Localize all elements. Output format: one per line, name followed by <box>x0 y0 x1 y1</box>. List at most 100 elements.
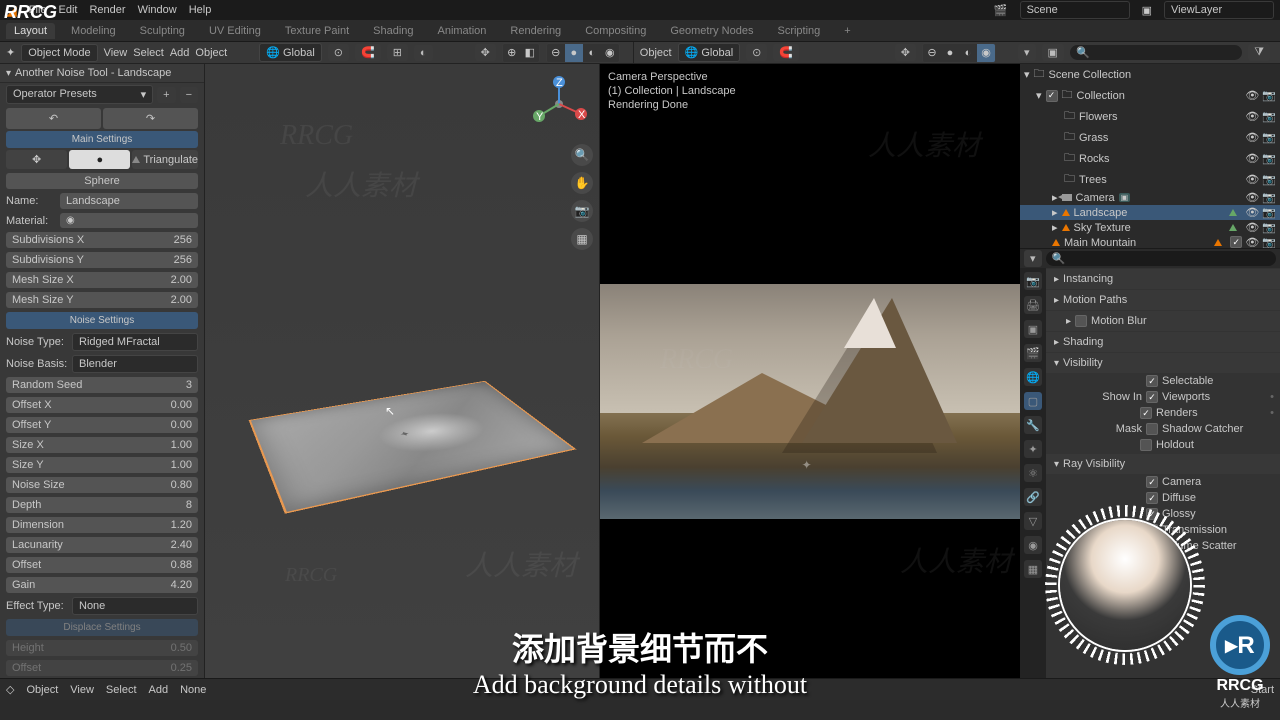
editor-type-icon[interactable]: ✦ <box>6 46 15 59</box>
scene-dropdown[interactable]: Scene <box>1020 1 1130 19</box>
smooth-toggle[interactable]: ● <box>69 150 130 169</box>
menu-add[interactable]: Add <box>170 47 190 59</box>
prop-data-icon[interactable]: ▽ <box>1024 512 1042 530</box>
viewport-render[interactable]: Camera Perspective (1) Collection | Land… <box>600 64 1020 678</box>
lacunarity-field[interactable]: Lacunarity2.40 <box>6 537 198 553</box>
outliner-flowers[interactable]: 🗀Flowers👁📷 <box>1020 106 1280 127</box>
tool-header[interactable]: ▾ Another Noise Tool - Landscape <box>0 64 204 83</box>
viewport-3d[interactable]: ZXY 🔍 ✋ 📷 ▦ ✦ ↖ 人人素材 人人素材 RRCG <box>205 64 600 678</box>
camera-view-icon[interactable]: 📷 <box>571 200 593 222</box>
prop-modifier-icon[interactable]: 🔧 <box>1024 416 1042 434</box>
outliner-display-icon[interactable]: ▣ <box>1042 44 1064 61</box>
seed-field[interactable]: Random Seed3 <box>6 377 198 393</box>
shade-wire-icon-2[interactable]: ⊖ <box>923 44 941 62</box>
prop-shading[interactable]: ▸ Shading <box>1046 332 1280 352</box>
landscape-mesh[interactable]: ✦ <box>249 381 577 514</box>
noise-type-dropdown[interactable]: Ridged MFractal <box>72 333 198 351</box>
prop-motion-blur[interactable]: ▸ Motion Blur <box>1046 311 1280 331</box>
gizmo-icon-2[interactable]: ✥ <box>895 44 916 61</box>
shade-solid-icon-2[interactable]: ● <box>941 44 959 62</box>
orientation-dropdown[interactable]: 🌐 Global <box>259 43 322 62</box>
outliner-collection[interactable]: ▾🗀Collection👁📷 <box>1020 85 1280 106</box>
menu-edit[interactable]: Edit <box>59 4 78 16</box>
prop-instancing[interactable]: ▸ Instancing <box>1046 269 1280 289</box>
preset-add-icon[interactable]: + <box>157 87 175 103</box>
shade-render-icon-2[interactable]: ◉ <box>977 44 995 62</box>
tab-texpaint[interactable]: Texture Paint <box>277 23 357 39</box>
props-search[interactable] <box>1065 253 1270 265</box>
menu-view[interactable]: View <box>104 47 128 59</box>
outliner-filter-icon[interactable]: ▾ <box>1018 44 1036 61</box>
tab-layout[interactable]: Layout <box>6 23 55 39</box>
prop-visibility[interactable]: ▾ Visibility <box>1046 353 1280 373</box>
shade-matprev-icon-2[interactable]: ◐ <box>959 44 977 62</box>
prop-output-icon[interactable]: 🖨 <box>1024 296 1042 314</box>
outliner-camera[interactable]: ▸Camera▣👁📷 <box>1020 190 1280 205</box>
menu-select[interactable]: Select <box>133 47 164 59</box>
sphere-toggle[interactable]: Sphere <box>6 173 198 189</box>
menu-object-right[interactable]: Object <box>640 47 672 59</box>
tab-rendering[interactable]: Rendering <box>502 23 569 39</box>
holdout-checkbox[interactable] <box>1140 439 1152 451</box>
offset-y-field[interactable]: Offset Y0.00 <box>6 417 198 433</box>
prop-ray-visibility[interactable]: ▾ Ray Visibility <box>1046 454 1280 474</box>
undo-button[interactable]: ↶ <box>6 108 101 129</box>
snap-icon-2[interactable]: 🧲 <box>773 44 799 61</box>
prop-scene-icon[interactable]: 🎬 <box>1024 344 1042 362</box>
pivot-icon-2[interactable]: ⊙ <box>746 44 767 61</box>
operator-presets-dropdown[interactable]: Operator Presets▾ <box>6 85 153 104</box>
prop-material-icon[interactable]: ◉ <box>1024 536 1042 554</box>
offset-x-field[interactable]: Offset X0.00 <box>6 397 198 413</box>
prop-physics-icon[interactable]: ⚛ <box>1024 464 1042 482</box>
rv-diffuse-checkbox[interactable] <box>1146 492 1158 504</box>
mesh-x-field[interactable]: Mesh Size X2.00 <box>6 272 198 288</box>
menu-window[interactable]: Window <box>138 4 177 16</box>
prop-viewlayer-icon[interactable]: ▣ <box>1024 320 1042 338</box>
outliner-grass[interactable]: 🗀Grass👁📷 <box>1020 127 1280 148</box>
prop-particle-icon[interactable]: ✦ <box>1024 440 1042 458</box>
noise-size-field[interactable]: Noise Size0.80 <box>6 477 198 493</box>
prop-motion-paths[interactable]: ▸ Motion Paths <box>1046 290 1280 310</box>
preset-remove-icon[interactable]: − <box>180 87 198 103</box>
shade-solid-icon[interactable]: ● <box>565 44 583 62</box>
shade-render-icon[interactable]: ◉ <box>601 44 619 62</box>
outliner-rocks[interactable]: 🗀Rocks👁📷 <box>1020 148 1280 169</box>
depth-field[interactable]: Depth8 <box>6 497 198 513</box>
shade-matprev-icon[interactable]: ◐ <box>583 44 601 62</box>
size-x-field[interactable]: Size X1.00 <box>6 437 198 453</box>
name-input[interactable]: Landscape <box>60 193 198 209</box>
shading-modes-left[interactable]: ⊖ ● ◐ ◉ <box>546 43 620 63</box>
outliner-search[interactable] <box>1094 47 1237 59</box>
outliner-main-mountain[interactable]: Main Mountain👁📷 <box>1020 235 1280 248</box>
tab-add[interactable]: + <box>836 23 858 39</box>
menu-object[interactable]: Object <box>195 47 227 59</box>
gain-field[interactable]: Gain4.20 <box>6 577 198 593</box>
outliner-sky[interactable]: ▸Sky Texture👁📷 <box>1020 220 1280 235</box>
cursor-toggle[interactable]: ✥ <box>6 150 67 169</box>
viewports-checkbox[interactable] <box>1146 391 1158 403</box>
shading-modes-right[interactable]: ⊖ ● ◐ ◉ <box>922 43 996 63</box>
viewlayer-dropdown[interactable]: ViewLayer <box>1164 1 1274 19</box>
subdiv-x-field[interactable]: Subdivisions X256 <box>6 232 198 248</box>
size-y-field[interactable]: Size Y1.00 <box>6 457 198 473</box>
offset-field[interactable]: Offset0.88 <box>6 557 198 573</box>
prop-constraint-icon[interactable]: 🔗 <box>1024 488 1042 506</box>
overlay-icon[interactable]: ⊕ <box>503 44 521 62</box>
selectable-checkbox[interactable] <box>1146 375 1158 387</box>
subdiv-y-field[interactable]: Subdivisions Y256 <box>6 252 198 268</box>
dimension-field[interactable]: Dimension1.20 <box>6 517 198 533</box>
props-editor-icon[interactable]: ▾ <box>1024 250 1042 267</box>
tab-shading[interactable]: Shading <box>365 23 421 39</box>
snap-type-icon[interactable]: ⊞ <box>387 44 408 61</box>
perspective-icon[interactable]: ▦ <box>571 228 593 250</box>
renders-checkbox[interactable] <box>1140 407 1152 419</box>
prop-object-icon[interactable]: ▢ <box>1024 392 1042 410</box>
redo-button[interactable]: ↷ <box>103 108 198 129</box>
tab-uv[interactable]: UV Editing <box>201 23 269 39</box>
pan-icon[interactable]: ✋ <box>571 172 593 194</box>
tab-sculpting[interactable]: Sculpting <box>132 23 193 39</box>
menu-render[interactable]: Render <box>89 4 125 16</box>
shadowcatcher-checkbox[interactable] <box>1146 423 1158 435</box>
proportional-icon[interactable]: ◐ <box>414 45 433 61</box>
outliner-trees[interactable]: 🗀Trees👁📷 <box>1020 169 1280 190</box>
